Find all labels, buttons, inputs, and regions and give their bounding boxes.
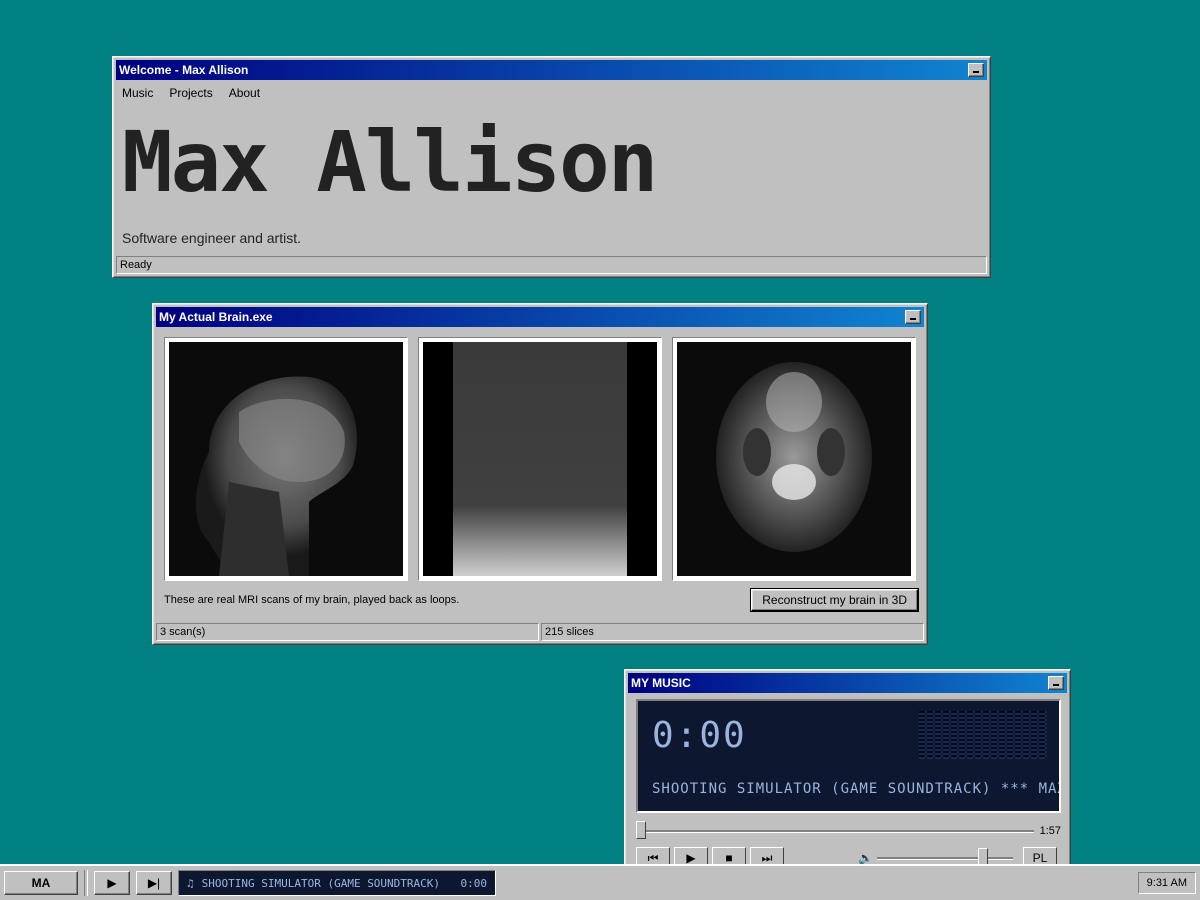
welcome-titlebar[interactable]: Welcome - Max Allison	[116, 60, 987, 80]
now-playing-time: 0:00	[460, 876, 488, 890]
taskbar: MA ▶ ▶| ♫ SHOOTING SIMULATOR (GAME SOUND…	[0, 864, 1200, 900]
reconstruct-3d-button[interactable]: Reconstruct my brain in 3D	[750, 588, 919, 612]
visualizer	[919, 711, 1047, 759]
taskbar-play-button[interactable]: ▶	[94, 871, 130, 895]
welcome-menu: Music Projects About	[116, 80, 987, 100]
track-duration: 1:57	[1039, 825, 1061, 837]
scan-row	[156, 327, 924, 581]
welcome-statusbar: Ready	[116, 256, 987, 274]
music-display: 0:00 SHOOTING SIMULATOR (GAME SOUNDTRACK…	[636, 699, 1061, 813]
next-icon: ▶|	[147, 876, 161, 890]
now-playing-title: SHOOTING SIMULATOR (GAME SOUNDTRACK)	[201, 876, 441, 890]
play-icon: ▶	[107, 876, 117, 890]
start-button[interactable]: MA	[4, 871, 78, 895]
volume-icon: 🔈	[858, 851, 873, 865]
seek-slider[interactable]	[636, 820, 1034, 839]
stop-icon: ■	[725, 851, 733, 865]
tagline: Software engineer and artist.	[122, 230, 301, 246]
playback-time: 0:00	[652, 715, 747, 756]
status-slice-count: 215 slices	[541, 623, 924, 641]
taskbar-separator	[84, 870, 88, 896]
brain-footer: These are real MRI scans of my brain, pl…	[156, 581, 924, 612]
menu-item-projects[interactable]: Projects	[169, 86, 212, 100]
music-window: MY MUSIC 0:00 SHOOTING SIMULATOR (GAME S…	[624, 669, 1071, 869]
status-text: Ready	[116, 256, 987, 274]
sagittal-scan-image	[195, 376, 357, 576]
taskbar-clock: 9:31 AM	[1137, 872, 1196, 894]
volume-thumb[interactable]	[977, 847, 988, 866]
taskbar-next-button[interactable]: ▶|	[136, 871, 172, 895]
welcome-window: Welcome - Max Allison Music Projects Abo…	[112, 56, 991, 278]
seek-thumb[interactable]	[636, 820, 646, 839]
minimize-icon[interactable]	[1048, 676, 1064, 690]
track-marquee: SHOOTING SIMULATOR (GAME SOUNDTRACK) ***…	[652, 781, 1061, 797]
minimize-icon[interactable]	[968, 63, 984, 77]
menu-item-music[interactable]: Music	[122, 86, 153, 100]
mri-scan-sagittal	[164, 337, 408, 581]
mri-scan-coronal	[418, 337, 662, 581]
brain-titlebar[interactable]: My Actual Brain.exe	[156, 307, 924, 327]
status-scan-count: 3 scan(s)	[156, 623, 539, 641]
music-title: MY MUSIC	[631, 676, 691, 690]
seek-row: 1:57	[636, 820, 1061, 839]
music-note-icon: ♫	[187, 876, 194, 890]
page-title: Max Allison	[122, 113, 658, 211]
brain-window: My Actual Brain.exe These are real MRI s…	[152, 303, 928, 645]
welcome-title: Welcome - Max Allison	[119, 63, 249, 77]
brain-statusbar: 3 scan(s) 215 slices	[156, 623, 924, 641]
brain-caption: These are real MRI scans of my brain, pl…	[164, 594, 460, 606]
play-icon: ▶	[686, 851, 696, 865]
volume-slider[interactable]	[876, 847, 1013, 866]
taskbar-now-playing[interactable]: ♫ SHOOTING SIMULATOR (GAME SOUNDTRACK) 0…	[178, 870, 496, 896]
menu-item-about[interactable]: About	[229, 86, 260, 100]
brain-title: My Actual Brain.exe	[159, 310, 273, 324]
minimize-icon[interactable]	[905, 310, 921, 324]
music-titlebar[interactable]: MY MUSIC	[628, 673, 1067, 693]
mri-scan-axial	[672, 337, 916, 581]
axial-scan-image	[716, 362, 872, 552]
